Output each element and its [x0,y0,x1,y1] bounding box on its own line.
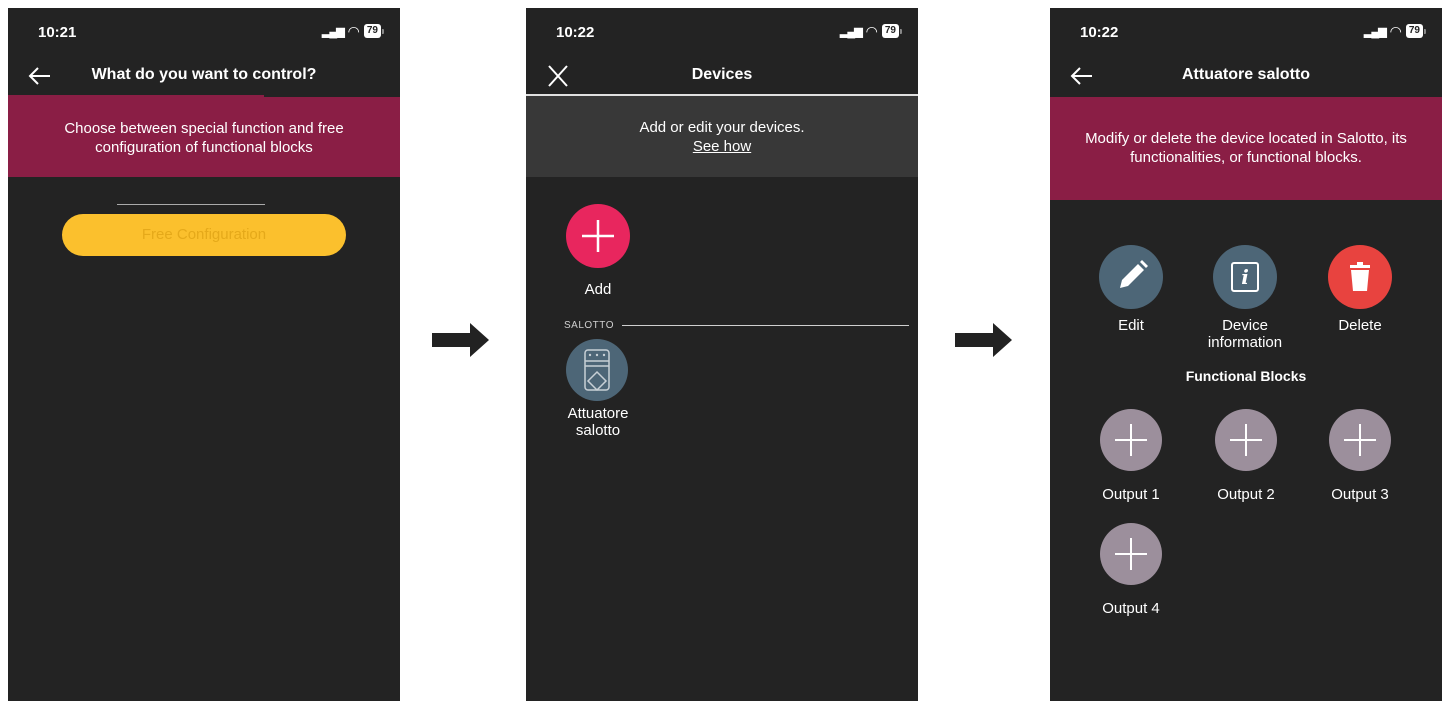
free-configuration-button[interactable]: Free Configuration [62,214,346,256]
plus-icon [582,220,614,252]
output-label: Output 3 [1331,486,1389,503]
see-how-link[interactable]: See how [526,137,918,156]
screen-what-to-control: 10:21 ▂▄▆ ◠ 79 What do you want to contr… [8,8,400,701]
functional-blocks-title: Functional Blocks [1185,368,1307,384]
info-icon: i [1231,262,1259,292]
wifi-icon: ◠ [347,23,360,39]
delete-label: Delete [1338,317,1382,334]
info-banner: Modify or delete the device located in S… [1050,97,1442,200]
label-line: information [1207,334,1283,351]
device-label-line: salotto [575,422,621,439]
status-bar: 10:22 ▂▄▆ ◠ 79 [1050,8,1442,56]
output-3-button[interactable] [1329,409,1391,471]
output-label: Output 2 [1217,486,1275,503]
status-time: 10:22 [556,24,595,41]
info-banner: Choose between special function and free… [8,97,400,177]
status-time: 10:22 [1080,24,1119,41]
delete-button[interactable] [1328,245,1392,309]
device-information-button[interactable]: i [1213,245,1277,309]
page-title: What do you want to control? [91,66,317,83]
device-label-line: Attuatore [567,405,629,422]
plus-icon [1230,424,1262,456]
battery-icon: 79 [363,24,381,38]
signal-icon: ▂▄▆ [321,25,345,38]
pencil-icon [1120,260,1148,288]
nav-bar: What do you want to control? [8,56,400,96]
output-1-button[interactable] [1100,409,1162,471]
page-title: Attuatore salotto [1182,66,1310,83]
edit-label: Edit [1118,317,1144,334]
status-bar: 10:22 ▂▄▆ ◠ 79 [526,8,918,56]
device-label: Attuatore salotto [548,405,648,439]
status-bar: 10:21 ▂▄▆ ◠ 79 [8,8,400,56]
screen-attuatore-salotto: 10:22 ▂▄▆ ◠ 79 Attuatore salotto Modify … [1050,8,1442,701]
output-label: Output 4 [1102,600,1160,617]
banner-text-line: Choose between special function and free [64,120,344,137]
nav-bar: Devices [526,56,918,96]
banner-text-line: Modify or delete the device located in S… [1085,130,1407,147]
divider [117,204,265,205]
edit-button[interactable] [1099,245,1163,309]
nav-bar: Attuatore salotto [1050,56,1442,96]
wifi-icon: ◠ [865,23,878,39]
section-label: SALOTTO [564,320,614,331]
device-information-label: Device information [1190,317,1300,351]
arrow-right-icon [955,323,1012,357]
plus-icon [1115,538,1147,570]
page-title: Devices [691,66,753,83]
info-banner: Add or edit your devices. See how [526,96,918,177]
arrow-right-icon [432,323,489,357]
battery-icon: 79 [881,24,899,38]
output-4-button[interactable] [1100,523,1162,585]
actuator-icon [584,349,610,392]
trash-icon [1350,262,1370,291]
svg-text:i: i [1241,265,1249,289]
add-device-button[interactable] [566,204,630,268]
label-line: Device [1222,317,1268,334]
banner-text: Add or edit your devices. [639,119,805,136]
screen-devices: 10:22 ▂▄▆ ◠ 79 Devices Add or edit your … [526,8,918,701]
signal-icon: ▂▄▆ [839,25,863,38]
output-label: Output 1 [1102,486,1160,503]
add-label: Add [584,281,612,298]
wifi-icon: ◠ [1389,23,1402,39]
signal-icon: ▂▄▆ [1363,25,1387,38]
banner-text-line: functionalities, or functional blocks. [1130,149,1362,166]
device-attuatore-salotto[interactable] [566,339,628,401]
battery-icon: 79 [1405,24,1423,38]
output-2-button[interactable] [1215,409,1277,471]
plus-icon [1115,424,1147,456]
plus-icon [1344,424,1376,456]
section-divider [622,325,909,326]
status-time: 10:21 [38,24,77,41]
banner-text-line: configuration of functional blocks [95,139,313,156]
